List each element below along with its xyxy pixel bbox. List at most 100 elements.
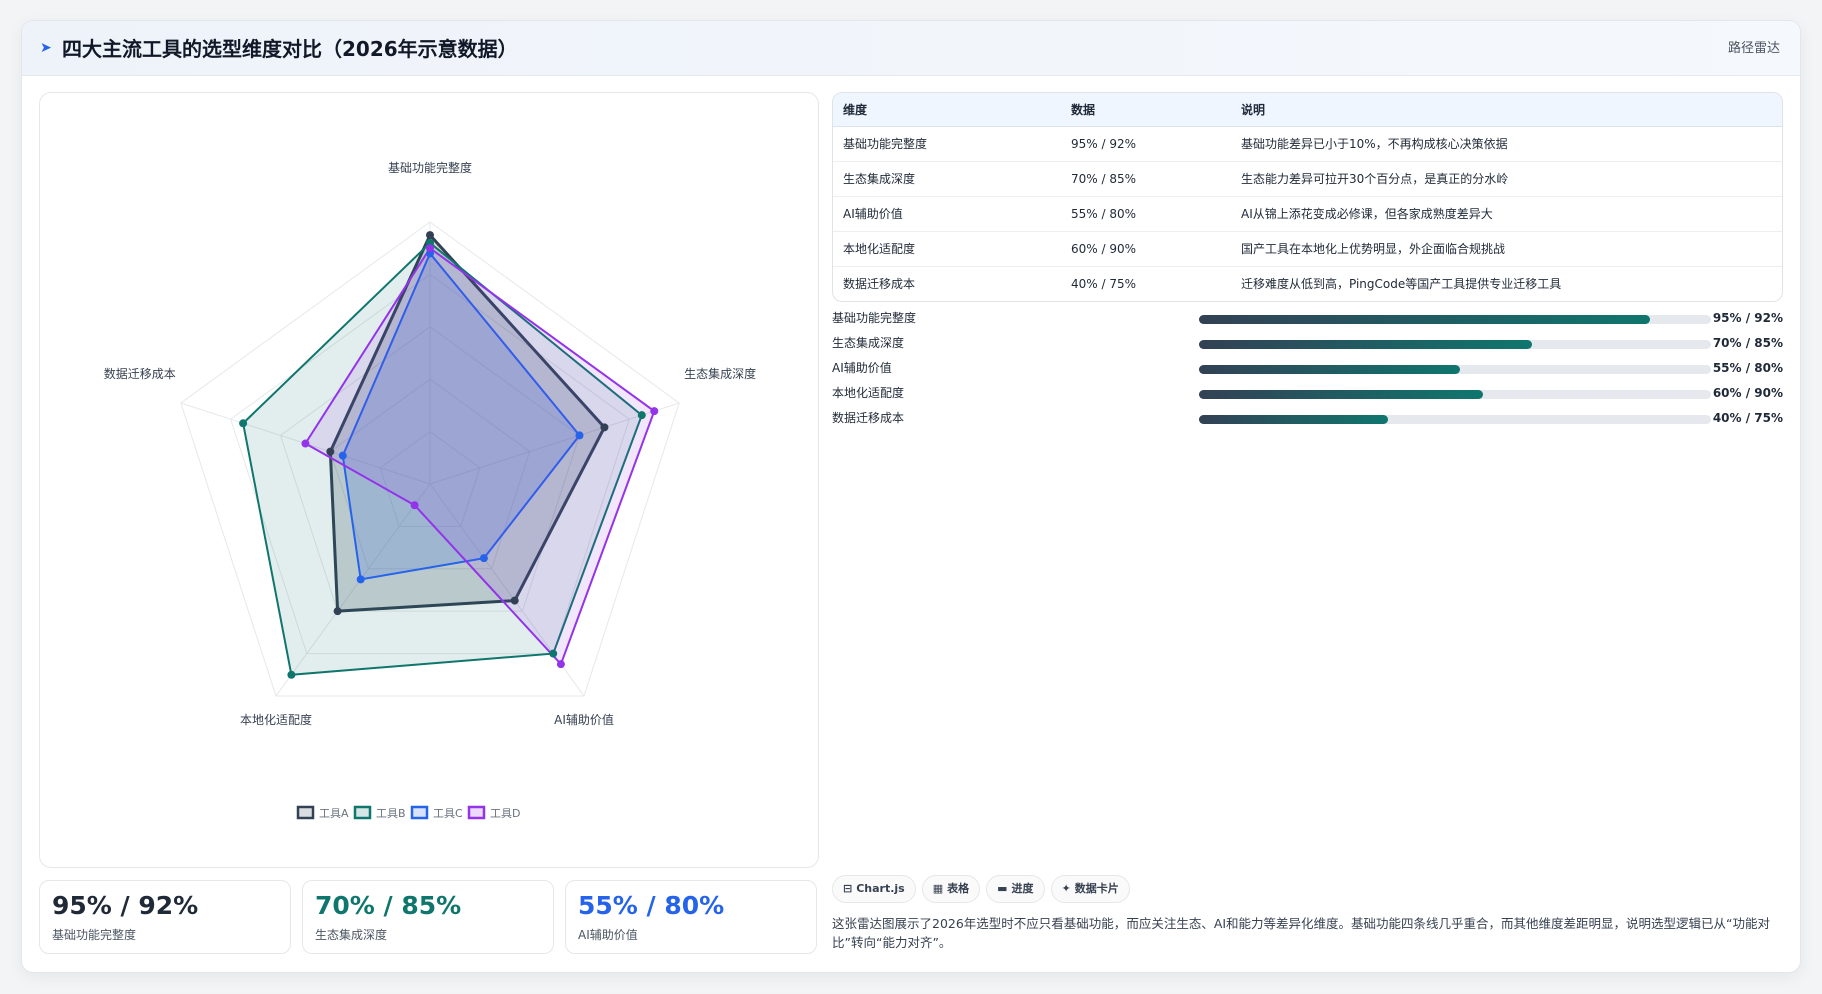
progress-row: 基础功能完整度 95% / 92% — [832, 307, 1783, 332]
radar-axis-label: AI辅助价值 — [554, 712, 614, 727]
table-header-dimension: 维度 — [833, 93, 1061, 127]
progress-track — [1199, 415, 1711, 424]
progress-value: 70% / 85% — [1712, 336, 1783, 350]
table-cell: 40% / 75% — [1071, 276, 1137, 291]
kpi-card: 70% / 85% 生态集成深度 — [302, 880, 554, 954]
progress-value: 40% / 75% — [1712, 411, 1783, 425]
table-header-row: 维度 数据 说明 — [833, 93, 1782, 127]
table-cell: 生态能力差异可拉开30个百分点，是真正的分水岭 — [1231, 161, 1782, 197]
progress-track — [1199, 390, 1711, 399]
kpi-value: 70% / 85% — [315, 891, 462, 920]
card-header: ➤ 四大主流工具的选型维度对比（2026年示意数据） 路径雷达 — [22, 21, 1800, 76]
progress-label: AI辅助价值 — [832, 361, 892, 375]
radar-point — [549, 649, 558, 658]
legend-swatch — [353, 805, 372, 820]
table-header-data: 数据 — [1061, 93, 1231, 127]
table-cell: 55% / 80% — [1061, 196, 1231, 232]
radar-axis-label: 数据迁移成本 — [104, 366, 176, 381]
radar-point — [356, 575, 365, 584]
progress-label: 基础功能完整度 — [832, 311, 917, 325]
progress-row: 本地化适配度 60% / 90% — [832, 382, 1783, 407]
radar-point — [600, 423, 609, 432]
progress-value: 55% / 80% — [1712, 361, 1783, 375]
table-row: 数据迁移成本 40% / 75% 迁移难度从低到高，PingCode等国产工具提… — [833, 266, 1782, 301]
progress-value: 95% / 92% — [1712, 311, 1783, 325]
chip-进度[interactable]: ▬ 进度 — [986, 875, 1045, 903]
radar-point — [479, 554, 488, 563]
chip-label: 进度 — [1011, 882, 1034, 895]
radar-point — [637, 411, 646, 420]
data-table: 维度 数据 说明 基础功能完整度 95% / 92% 基础功能差异已小于10%，… — [832, 92, 1783, 302]
radar-point — [338, 451, 347, 460]
table-row: 本地化适配度 60% / 90% 国产工具在本地化上优势明显，外企面临合规挑战 — [833, 231, 1782, 267]
radar-axis-label: 基础功能完整度 — [388, 160, 472, 175]
table-cell: 95% / 92% — [1061, 126, 1231, 162]
table-header-description: 说明 — [1231, 93, 1782, 127]
kpi-label: 基础功能完整度 — [52, 928, 137, 942]
legend-swatch — [467, 805, 486, 820]
radar-point — [650, 407, 659, 416]
table-row: AI辅助价值 55% / 80% AI从锦上添花变成必修课，但各家成熟度差异大 — [833, 196, 1782, 232]
table-cell: 本地化适配度 — [833, 231, 1061, 267]
chip-icon: ▬ — [997, 882, 1008, 895]
progress-value: 60% / 90% — [1712, 386, 1783, 400]
legend-swatch — [410, 805, 429, 820]
legend-label: 工具C — [433, 807, 463, 820]
kpi-value: 95% / 92% — [52, 891, 199, 920]
progress-row: 生态集成深度 70% / 85% — [832, 332, 1783, 357]
kpi-label: AI辅助价值 — [578, 928, 638, 942]
progress-list: 基础功能完整度 95% / 92% 生态集成深度 70% / 85% AI辅助价值 55%… — [832, 307, 1783, 432]
radar-axis-label: 本地化适配度 — [240, 712, 312, 727]
legend-label: 工具B — [376, 807, 406, 820]
table-cell: 数据迁移成本 — [843, 277, 916, 292]
table-cell: AI从锦上添花变成必修课，但各家成熟度差异大 — [1231, 196, 1782, 232]
progress-track — [1199, 315, 1711, 324]
trend-icon: ➤ — [40, 40, 52, 56]
radar-point — [510, 596, 519, 605]
table-cell: 60% / 90% — [1061, 231, 1231, 267]
radar-chart: 基础功能完整度生态集成深度 AI辅助价值 本地化适配度 数据迁移成本工具A 工具B 工具C… — [104, 160, 756, 820]
radar-point — [301, 439, 310, 448]
chip-表格[interactable]: ▦ 表格 — [921, 875, 981, 903]
progress-label: 生态集成深度 — [832, 336, 905, 350]
progress-label: 本地化适配度 — [832, 386, 905, 400]
kpi-card: 55% / 80% AI辅助价值 — [565, 880, 817, 954]
legend-label: 工具A — [319, 807, 349, 820]
chip-label: 数据卡片 — [1074, 882, 1119, 895]
radar-point — [326, 447, 335, 456]
table-cell: 70% / 85% — [1061, 161, 1231, 197]
table-row: 基础功能完整度 95% / 92% 基础功能差异已小于10%，不再构成核心决策依… — [833, 126, 1782, 162]
table-cell: 迁移难度从低到高，PingCode等国产工具提供专业迁移工具 — [1241, 277, 1562, 292]
progress-row: 数据迁移成本 40% / 75% — [832, 407, 1783, 432]
progress-fill — [1199, 390, 1484, 399]
radar-link[interactable]: 路径雷达 — [1728, 41, 1780, 57]
chip-数据卡片[interactable]: ✦ 数据卡片 — [1050, 875, 1130, 903]
progress-track — [1199, 340, 1711, 349]
radar-axis-label: 生态集成深度 — [684, 366, 756, 381]
kpi-label: 生态集成深度 — [315, 928, 388, 942]
table-cell: 生态集成深度 — [833, 161, 1061, 197]
chip-label: 表格 — [947, 882, 970, 895]
chip-label: Chart.js — [856, 882, 905, 895]
table-cell: AI辅助价值 — [833, 196, 1061, 232]
radar-point — [239, 419, 248, 428]
chip-icon: ▦ — [932, 882, 944, 895]
table-cell: 国产工具在本地化上优势明显，外企面临合规挑战 — [1231, 231, 1782, 267]
chip-Chart.js[interactable]: ⊟ Chart.js — [832, 875, 916, 903]
page-title: 四大主流工具的选型维度对比（2026年示意数据） — [62, 37, 518, 61]
tag-chips: ⊟ Chart.js ▦ 表格 ▬ 进度 ✦ 数据卡片 — [832, 875, 1136, 903]
radar-point — [556, 660, 565, 669]
progress-fill — [1199, 365, 1461, 374]
radar-point — [426, 231, 434, 240]
legend-label: 工具D — [490, 807, 520, 820]
table-row: 生态集成深度 70% / 85% 生态能力差异可拉开30个百分点，是真正的分水岭 — [833, 161, 1782, 197]
radar-point — [333, 607, 342, 616]
progress-row: AI辅助价值 55% / 80% — [832, 357, 1783, 382]
radar-point — [426, 244, 434, 253]
radar-point — [575, 431, 584, 440]
chip-icon: ⊟ — [843, 882, 853, 895]
progress-fill — [1199, 315, 1650, 324]
chip-icon: ✦ — [1061, 882, 1071, 895]
table-cell: 基础功能完整度 — [833, 126, 1061, 162]
radar-point — [410, 501, 419, 510]
